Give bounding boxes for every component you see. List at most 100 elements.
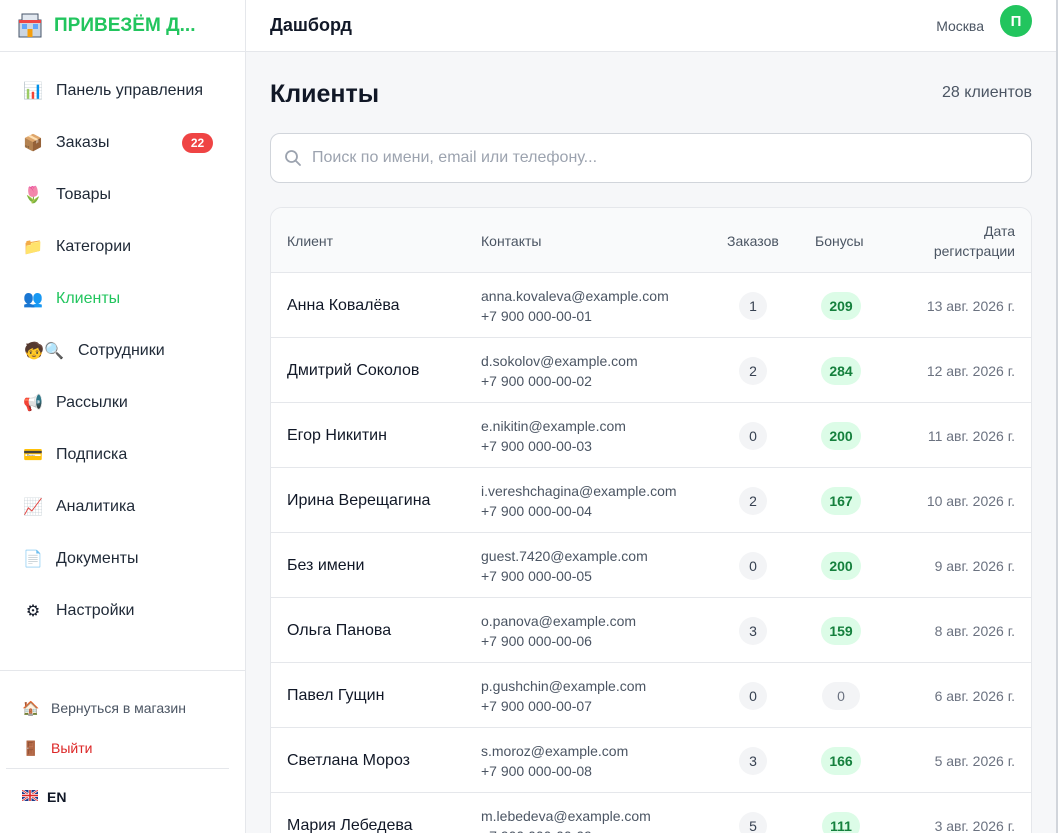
client-contacts: d.sokolov@example.com +7 900 000-00-02	[481, 338, 638, 403]
orders-count: 2	[739, 486, 767, 515]
search-box[interactable]	[270, 133, 1032, 183]
registration-date: 9 авг. 2026 г.	[934, 557, 1015, 574]
sidebar-item-8[interactable]: 📈 Аналитика	[0, 481, 245, 533]
table-row[interactable]: Павел Гущин p.gushchin@example.com +7 900 …	[271, 663, 1031, 728]
client-phone: +7 900 000-00-02	[481, 372, 592, 389]
table-row[interactable]: Мария Лебедева m.lebedeva@example.com +7 9…	[271, 793, 1031, 833]
folder-icon: 📁	[23, 239, 43, 256]
orders-count: 0	[739, 551, 767, 580]
client-phone: +7 900 000-00-09	[481, 826, 592, 833]
orders-cell: 3	[739, 598, 767, 663]
sidebar-item-0[interactable]: 📊 Панель управления	[0, 65, 245, 117]
bonus-cell: 0	[819, 663, 863, 728]
table-row[interactable]: Анна Ковалёва anna.kovaleva@example.com +7…	[271, 273, 1031, 338]
search-input[interactable]	[312, 149, 992, 167]
client-phone: +7 900 000-00-07	[481, 697, 592, 714]
registration-date: 5 авг. 2026 г.	[934, 752, 1015, 769]
client-contacts: o.panova@example.com +7 900 000-00-06	[481, 598, 636, 663]
sidebar-item-label: Панель управления	[56, 82, 203, 99]
header-orders[interactable]: Заказов	[727, 208, 779, 273]
client-email: guest.7420@example.com	[481, 547, 648, 564]
clients-count: 28 клиентов	[942, 84, 1032, 101]
client-email: d.sokolov@example.com	[481, 352, 638, 369]
header-date-line1: Дата	[983, 222, 1015, 239]
sidebar-item-label: Аналитика	[56, 498, 136, 515]
sidebar-item-6[interactable]: 📢 Рассылки	[0, 377, 245, 429]
client-name: Егор Никитин	[287, 426, 387, 444]
client-name: Без имени	[287, 556, 365, 574]
city-selector[interactable]: Москва	[936, 18, 984, 34]
sidebar-item-5[interactable]: 🧒🔍 Сотрудники	[0, 325, 245, 377]
client-name: Дмитрий Соколов	[287, 361, 420, 379]
client-email: e.nikitin@example.com	[481, 417, 626, 434]
sidebar-item-label: Клиенты	[56, 290, 121, 307]
table-row[interactable]: Светлана Мороз s.moroz@example.com +7 900 …	[271, 728, 1031, 793]
sidebar-item-1[interactable]: 📦 Заказы 22	[0, 117, 245, 169]
sidebar-item-label: Заказы	[56, 134, 110, 151]
table-row[interactable]: Без имени guest.7420@example.com +7 900 00…	[271, 533, 1031, 598]
table-row[interactable]: Ольга Панова o.panova@example.com +7 900 0…	[271, 598, 1031, 663]
package-icon: 📦	[23, 135, 43, 152]
orders-cell: 1	[739, 273, 767, 338]
table-header: Клиент Контакты Заказов Бонусы Дата регис…	[271, 208, 1031, 273]
client-email: o.panova@example.com	[481, 612, 637, 629]
bonus-badge: 166	[821, 746, 861, 775]
brand[interactable]: ПРИВЕЗЁМ Д...	[0, 0, 245, 52]
logout-label: Выйти	[51, 740, 93, 756]
door-icon: 🚪	[22, 739, 40, 756]
table-body: Анна Ковалёва anna.kovaleva@example.com +7…	[271, 273, 1031, 833]
client-name: Ирина Верещагина	[287, 491, 431, 509]
registration-date: 6 авг. 2026 г.	[934, 687, 1015, 704]
sidebar-footer: 🏠 Вернуться в магазин 🚪 Выйти EN	[0, 670, 245, 825]
bonus-badge: 159	[821, 616, 861, 645]
document-icon: 📄	[23, 551, 43, 568]
client-phone: +7 900 000-00-03	[481, 437, 592, 454]
sidebar-item-7[interactable]: 💳 Подписка	[0, 429, 245, 481]
client-name: Павел Гущин	[287, 686, 385, 704]
store-icon	[16, 12, 44, 40]
table-row[interactable]: Егор Никитин e.nikitin@example.com +7 900 …	[271, 403, 1031, 468]
table-row[interactable]: Ирина Верещагина i.vereshchagina@example.…	[271, 468, 1031, 533]
client-contacts: i.vereshchagina@example.com +7 900 000-00…	[481, 468, 677, 533]
sidebar-item-10[interactable]: ⚙ Настройки	[0, 585, 245, 637]
table-row[interactable]: Дмитрий Соколов d.sokolov@example.com +7 9…	[271, 338, 1031, 403]
registration-date: 11 авг. 2026 г.	[927, 427, 1015, 444]
bar-chart-icon: 📊	[23, 83, 43, 100]
sidebar-nav: 📊 Панель управления 📦 Заказы 22 🌷 Товары 📁 Катег…	[0, 52, 245, 637]
language-label: EN	[47, 789, 67, 805]
header-bonus[interactable]: Бонусы	[815, 208, 864, 273]
bonus-cell: 209	[819, 273, 863, 338]
sidebar-item-label: Сотрудники	[78, 342, 165, 359]
header-registration-date[interactable]: Дата регистрации	[905, 208, 1015, 273]
sidebar-item-label: Настройки	[56, 602, 135, 619]
credit-card-icon: 💳	[23, 447, 43, 464]
logout-button[interactable]: 🚪 Выйти	[0, 728, 245, 768]
sidebar-item-3[interactable]: 📁 Категории	[0, 221, 245, 273]
sidebar-item-2[interactable]: 🌷 Товары	[0, 169, 245, 221]
orders-cell: 0	[739, 533, 767, 598]
bonus-badge: 111	[822, 811, 860, 833]
bonus-cell: 167	[819, 468, 863, 533]
sidebar-item-label: Документы	[56, 550, 139, 567]
bonus-cell: 159	[819, 598, 863, 663]
header-client[interactable]: Клиент	[287, 208, 333, 273]
bonus-cell: 166	[819, 728, 863, 793]
bonus-badge: 284	[821, 356, 861, 385]
sidebar-item-4[interactable]: 👥 Клиенты	[0, 273, 245, 325]
client-phone: +7 900 000-00-06	[481, 632, 592, 649]
sidebar-item-9[interactable]: 📄 Документы	[0, 533, 245, 585]
client-contacts: guest.7420@example.com +7 900 000-00-05	[481, 533, 648, 598]
back-to-shop-link[interactable]: 🏠 Вернуться в магазин	[0, 688, 245, 728]
topbar-title: Дашборд	[270, 15, 352, 35]
users-icon: 👥	[23, 291, 43, 308]
orders-count: 0	[739, 681, 767, 710]
client-phone: +7 900 000-00-05	[481, 567, 592, 584]
avatar[interactable]: П	[1000, 5, 1032, 37]
registration-date: 3 авг. 2026 г.	[934, 817, 1015, 833]
language-switch[interactable]: EN	[0, 769, 245, 825]
sidebar-item-label: Рассылки	[56, 394, 128, 411]
registration-date: 12 авг. 2026 г.	[926, 362, 1015, 379]
bonus-cell: 200	[819, 403, 863, 468]
header-contacts: Контакты	[481, 232, 542, 249]
orders-cell: 0	[739, 663, 767, 728]
